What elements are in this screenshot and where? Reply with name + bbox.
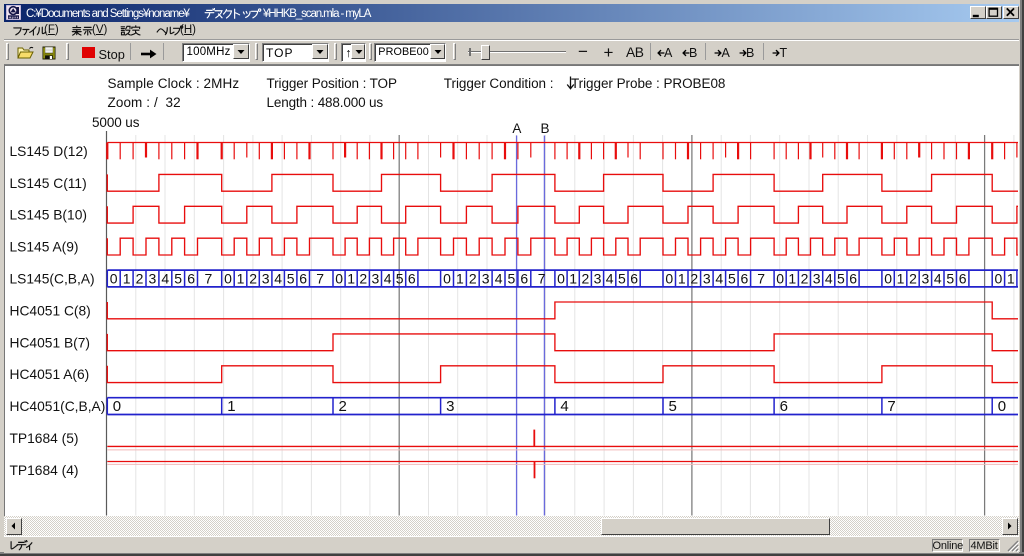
svg-text:0: 0 (224, 270, 232, 286)
svg-text:0: 0 (884, 270, 892, 286)
svg-text:5: 5 (669, 398, 677, 415)
svg-text:7: 7 (538, 270, 546, 286)
svg-text:6: 6 (849, 270, 857, 286)
svg-text:HC4051 A(6): HC4051 A(6) (10, 367, 90, 382)
svg-text:2: 2 (690, 270, 698, 286)
svg-text:5: 5 (946, 270, 954, 286)
svg-text:LS145 D(12): LS145 D(12) (10, 144, 88, 159)
svg-text:0: 0 (557, 270, 565, 286)
svg-text:3: 3 (262, 270, 270, 286)
svg-text:4: 4 (560, 398, 568, 415)
svg-text:3: 3 (922, 270, 930, 286)
svg-text:1: 1 (788, 270, 796, 286)
svg-text:6: 6 (741, 270, 749, 286)
svg-text:4: 4 (934, 270, 942, 286)
svg-text:1: 1 (678, 270, 686, 286)
svg-text:2: 2 (469, 270, 477, 286)
svg-text:2: 2 (249, 270, 257, 286)
svg-text:B: B (540, 121, 549, 136)
svg-text:6: 6 (630, 270, 638, 286)
svg-text:HC4051 C(8): HC4051 C(8) (10, 303, 91, 318)
svg-text:0: 0 (998, 398, 1006, 415)
svg-text:0: 0 (113, 398, 121, 415)
svg-text:5: 5 (837, 270, 845, 286)
svg-text:4: 4 (384, 270, 392, 286)
svg-text:2: 2 (136, 270, 144, 286)
svg-text:5: 5 (174, 270, 182, 286)
svg-text:0: 0 (776, 270, 784, 286)
svg-text:TP1684 (5): TP1684 (5) (10, 431, 79, 446)
svg-text:3: 3 (149, 270, 157, 286)
svg-text:2: 2 (339, 398, 347, 415)
svg-text:3: 3 (446, 398, 454, 415)
svg-text:1: 1 (237, 270, 245, 286)
svg-text:LS145 C(11): LS145 C(11) (10, 176, 87, 191)
svg-text:5: 5 (728, 270, 736, 286)
svg-text:1: 1 (123, 270, 131, 286)
svg-text:0: 0 (665, 270, 673, 286)
svg-text:5: 5 (287, 270, 295, 286)
svg-text:3: 3 (482, 270, 490, 286)
svg-text:1: 1 (1007, 270, 1015, 286)
svg-text:2: 2 (359, 270, 367, 286)
svg-text:HC4051(C,B,A): HC4051(C,B,A) (10, 399, 106, 414)
svg-text:LS145 B(10): LS145 B(10) (10, 208, 87, 223)
svg-text:5: 5 (618, 270, 626, 286)
svg-text:LS145 A(9): LS145 A(9) (10, 240, 79, 255)
svg-text:4: 4 (715, 270, 723, 286)
svg-text:4: 4 (274, 270, 282, 286)
svg-text:5: 5 (508, 270, 516, 286)
svg-text:HC4051 B(7): HC4051 B(7) (10, 335, 91, 350)
svg-text:7: 7 (316, 270, 324, 286)
svg-text:7: 7 (205, 270, 213, 286)
svg-text:4: 4 (495, 270, 503, 286)
svg-text:6: 6 (187, 270, 195, 286)
svg-text:4: 4 (161, 270, 169, 286)
svg-text:6: 6 (408, 270, 416, 286)
svg-text:LS145(C,B,A): LS145(C,B,A) (10, 272, 95, 287)
svg-text:1: 1 (569, 270, 577, 286)
svg-text:7: 7 (887, 398, 895, 415)
svg-text:5: 5 (396, 270, 404, 286)
svg-text:7: 7 (757, 270, 765, 286)
svg-text:3: 3 (594, 270, 602, 286)
svg-text:0: 0 (995, 270, 1003, 286)
svg-text:6: 6 (299, 270, 307, 286)
svg-text:3: 3 (372, 270, 380, 286)
svg-text:4: 4 (606, 270, 614, 286)
svg-text:1: 1 (227, 398, 235, 415)
svg-text:TP1684 (4): TP1684 (4) (10, 463, 79, 478)
svg-text:2: 2 (909, 270, 917, 286)
svg-text:2: 2 (582, 270, 590, 286)
svg-text:4: 4 (825, 270, 833, 286)
svg-text:A: A (512, 121, 521, 136)
svg-text:1: 1 (897, 270, 905, 286)
svg-text:0: 0 (443, 270, 451, 286)
svg-text:1: 1 (456, 270, 464, 286)
svg-text:1: 1 (347, 270, 355, 286)
svg-text:6: 6 (520, 270, 528, 286)
svg-text:3: 3 (703, 270, 711, 286)
svg-text:0: 0 (110, 270, 118, 286)
svg-text:6: 6 (959, 270, 967, 286)
svg-text:0: 0 (335, 270, 343, 286)
svg-text:2: 2 (801, 270, 809, 286)
svg-text:6: 6 (780, 398, 788, 415)
svg-text:3: 3 (813, 270, 821, 286)
